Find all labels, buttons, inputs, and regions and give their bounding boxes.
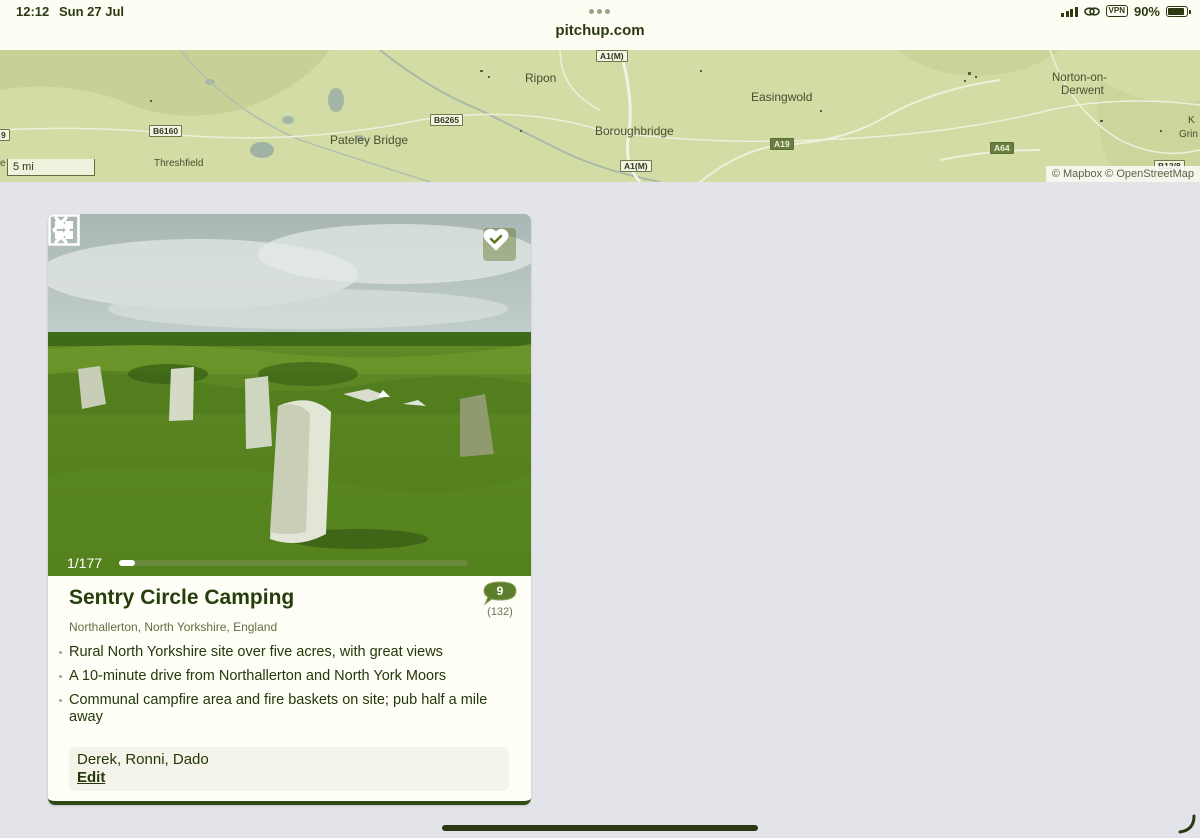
review-rating[interactable]: 9 (132) bbox=[482, 581, 518, 618]
road-a64: A64 bbox=[990, 142, 1014, 154]
battery-percent: 90% bbox=[1133, 3, 1160, 19]
signal-icon bbox=[1061, 6, 1078, 17]
map-place-edge-e: e bbox=[0, 158, 6, 169]
road-a1m-south: A1(M) bbox=[620, 160, 652, 172]
speech-bubble-icon: 9 bbox=[483, 581, 517, 606]
photo-progress-bar bbox=[119, 560, 468, 566]
rating-score: 9 bbox=[496, 584, 504, 598]
photo-counter: 1/177 bbox=[67, 555, 103, 571]
battery-icon bbox=[1166, 5, 1191, 17]
map-attribution[interactable]: © Mapbox © OpenStreetMap bbox=[1045, 166, 1200, 182]
feature-item: Rural North Yorkshire site over five acr… bbox=[59, 644, 499, 661]
edit-link[interactable]: Edit bbox=[77, 769, 105, 786]
multitasking-dots-icon[interactable] bbox=[589, 9, 611, 15]
campsite-card[interactable]: 1/177 Sentry Circle Camping Northallerto… bbox=[48, 214, 531, 805]
map-place-boroughbridge: Boroughbridge bbox=[595, 124, 674, 138]
favourite-button[interactable] bbox=[483, 228, 516, 261]
map-place-easingwold: Easingwold bbox=[751, 90, 813, 104]
campsite-title[interactable]: Sentry Circle Camping bbox=[69, 586, 294, 610]
map-place-pateley-bridge: Pateley Bridge bbox=[330, 133, 409, 147]
notes-names: Derek, Ronni, Dado bbox=[77, 751, 209, 768]
campsite-photo[interactable]: 1/177 bbox=[48, 214, 531, 576]
map-place-derwent: Derwent bbox=[1061, 85, 1104, 97]
link-icon bbox=[1083, 6, 1100, 16]
map-scale-bar: 5 mi bbox=[7, 159, 95, 176]
map-place-edge-grin: Grin bbox=[1179, 129, 1198, 140]
road-b6160: B6160 bbox=[149, 125, 183, 137]
status-indicators: VPN 90% bbox=[1061, 3, 1191, 19]
status-date: Sun 27 Jul bbox=[59, 4, 125, 19]
map-place-norton: Norton-on- bbox=[1052, 72, 1107, 84]
feature-item: Communal campfire area and fire baskets … bbox=[59, 692, 499, 726]
map-place-edge-k: K bbox=[1188, 115, 1195, 126]
trip-notes: Derek, Ronni, Dado Edit bbox=[69, 747, 509, 791]
map[interactable]: Ripon Easingwold Norton-on- Derwent Pate… bbox=[0, 50, 1200, 182]
status-time: 12:12 bbox=[16, 4, 50, 19]
heart-check-icon bbox=[483, 228, 509, 251]
feature-list: Rural North Yorkshire site over five acr… bbox=[59, 644, 499, 733]
map-place-ripon: Ripon bbox=[525, 71, 557, 85]
home-indicator[interactable] bbox=[442, 825, 758, 831]
vpn-badge: VPN bbox=[1105, 5, 1128, 17]
road-a19: A19 bbox=[770, 138, 794, 150]
road-edge: 9 bbox=[0, 129, 10, 141]
address-bar-url[interactable]: pitchup.com bbox=[0, 22, 1200, 39]
review-count: (132) bbox=[487, 606, 513, 618]
feature-item: A 10-minute drive from Northallerton and… bbox=[59, 668, 499, 685]
campsite-location: Northallerton, North Yorkshire, England bbox=[69, 620, 278, 634]
resize-handle-icon[interactable] bbox=[1176, 814, 1198, 836]
road-a1m-north: A1(M) bbox=[596, 50, 628, 62]
map-place-threshfield: Threshfield bbox=[154, 158, 204, 169]
road-b6265: B6265 bbox=[430, 114, 464, 126]
gallery-grid-icon[interactable] bbox=[48, 214, 80, 246]
status-bar: 12:12 Sun 27 Jul pitchup.com VPN 90% bbox=[0, 0, 1200, 51]
photo-progress-fill bbox=[119, 560, 135, 566]
photo-image bbox=[48, 214, 531, 576]
